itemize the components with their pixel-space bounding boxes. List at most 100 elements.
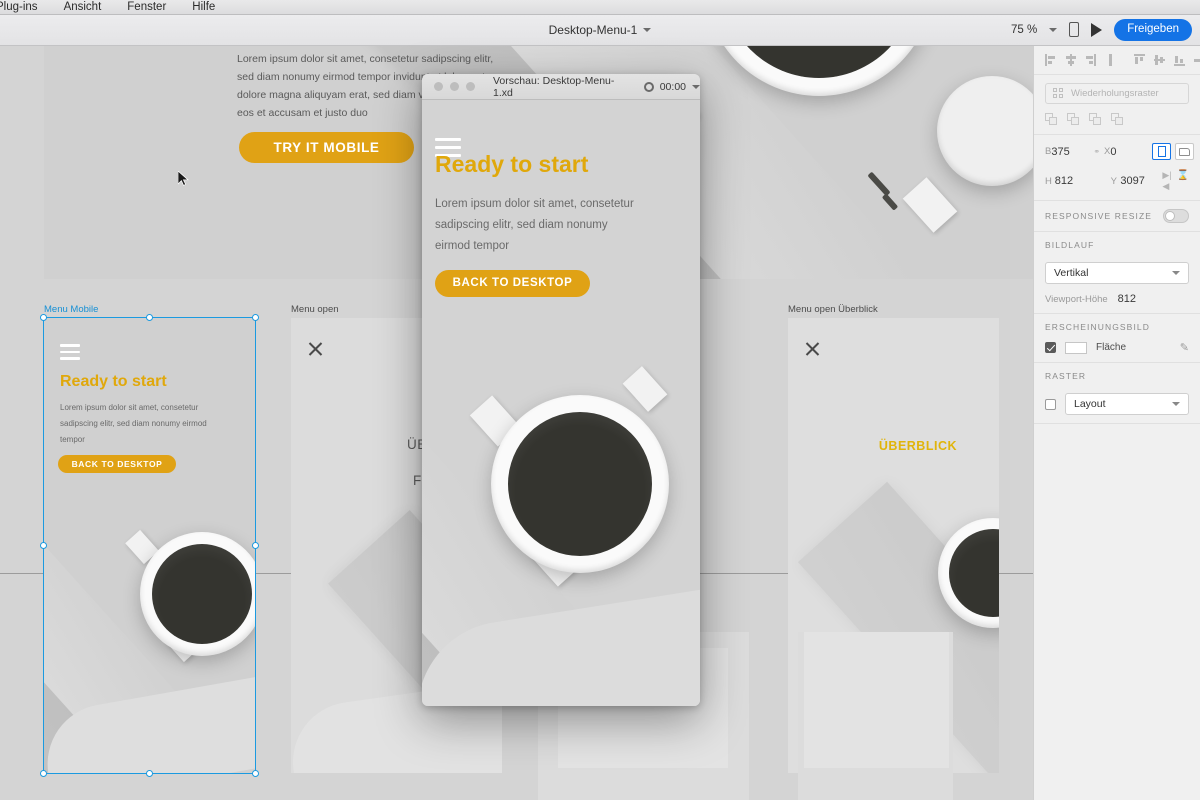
menu-item-hilfe[interactable]: Hilfe <box>192 1 215 13</box>
artboard-menu-mobile[interactable]: Ready to start Lorem ipsum dolor sit ame… <box>44 318 255 773</box>
appearance-section: ERSCHEINUNGSBILD Fläche ✎ <box>1034 314 1200 363</box>
nav-item-uberblick-active[interactable]: ÜBERBLICK <box>879 439 957 453</box>
selection-handle-bc[interactable] <box>146 770 153 777</box>
fill-color-swatch[interactable] <box>1065 341 1087 354</box>
x-value[interactable]: 0 <box>1110 146 1152 158</box>
artboard1-body: Lorem ipsum dolor sit amet, consetetur s… <box>60 403 207 444</box>
repeat-grid-label: Wiederholungsraster <box>1071 88 1159 99</box>
zoom-chevron-down-icon[interactable] <box>1049 27 1058 32</box>
boolean-ops-row <box>1045 113 1189 126</box>
width-value[interactable]: 375 <box>1051 146 1093 158</box>
height-value[interactable]: 812 <box>1055 175 1097 187</box>
align-top-icon[interactable] <box>1134 54 1145 66</box>
align-vertical-group <box>1045 54 1116 66</box>
menu-item-ansicht[interactable]: Ansicht <box>64 1 102 13</box>
repeat-grid-icon <box>1053 88 1064 99</box>
align-horizontal-group <box>1134 54 1200 66</box>
portrait-orientation-icon[interactable] <box>1152 143 1172 160</box>
align-center-horizontal-icon[interactable] <box>1065 54 1076 66</box>
flip-vertical-icon[interactable]: ⌛ <box>1177 170 1189 192</box>
xd-application-window: Plug-ins Ansicht Fenster Hilfe Desktop-M… <box>0 0 1200 800</box>
fill-row: Fläche ✎ <box>1045 341 1189 354</box>
window-controls[interactable] <box>434 82 475 91</box>
scroll-direction-value: Vertikal <box>1054 267 1089 279</box>
toolbar: Desktop-Menu-1 75 % Freigeben <box>0 15 1200 46</box>
menu-item-plugins[interactable]: Plug-ins <box>0 1 38 13</box>
artboard-label-menu-open[interactable]: Menu open <box>291 304 339 315</box>
artboard-partial-lower-right[interactable] <box>798 632 953 800</box>
preview-body-text: Lorem ipsum dolor sit amet, consetetur s… <box>435 198 634 252</box>
boolean-intersect-icon[interactable] <box>1089 113 1102 126</box>
dimensions-section: B 375 ⚭ X 0 H 812 Y 3097 ▶|◀ ⌛ <box>1034 135 1200 201</box>
responsive-resize-section: RESPONSIVE RESIZE <box>1034 201 1200 232</box>
phone-icon[interactable] <box>1069 22 1080 38</box>
artboard-label-menu-open-uberblick[interactable]: Menu open Überblick <box>788 304 878 315</box>
hamburger-icon-1[interactable] <box>60 344 80 364</box>
height-y-row: H 812 Y 3097 ▶|◀ ⌛ <box>1045 170 1189 192</box>
link-dimensions-icon[interactable]: ⚭ <box>1093 147 1100 156</box>
preview-titlebar[interactable]: Vorschau: Desktop-Menu-1.xd 00:00 <box>422 74 700 100</box>
preview-window[interactable]: Vorschau: Desktop-Menu-1.xd 00:00 Ready … <box>422 74 700 706</box>
scroll-title: BILDLAUF <box>1045 240 1095 250</box>
appearance-title: ERSCHEINUNGSBILD <box>1045 322 1150 332</box>
toolbar-right-group: 75 % Freigeben <box>1011 19 1192 41</box>
align-row <box>1045 54 1200 66</box>
preview-chevron-down-icon[interactable] <box>692 84 700 89</box>
artboard1-back-to-desktop-button[interactable]: BACK TO DESKTOP <box>58 455 176 473</box>
eyedropper-icon[interactable]: ✎ <box>1180 341 1189 354</box>
preview-heading: Ready to start <box>435 151 589 177</box>
selection-handle-tr[interactable] <box>252 314 259 321</box>
share-button[interactable]: Freigeben <box>1114 19 1192 41</box>
record-icon[interactable] <box>643 81 654 92</box>
selection-handle-ml[interactable] <box>40 542 47 549</box>
repeat-grid-button[interactable]: Wiederholungsraster <box>1045 83 1189 104</box>
scroll-chevron-down-icon <box>1172 271 1180 275</box>
align-left-icon[interactable] <box>1045 54 1056 66</box>
grid-section: RASTER Layout <box>1034 363 1200 424</box>
y-value[interactable]: 3097 <box>1120 175 1162 187</box>
responsive-resize-title: RESPONSIVE RESIZE <box>1045 211 1153 221</box>
play-icon[interactable] <box>1091 22 1103 37</box>
flip-horizontal-icon[interactable]: ▶|◀ <box>1162 170 1172 192</box>
selection-handle-mr[interactable] <box>252 542 259 549</box>
viewport-height-label: Viewport-Höhe <box>1045 293 1108 305</box>
boolean-union-icon[interactable] <box>1045 113 1058 126</box>
align-bottom-icon[interactable] <box>1174 54 1185 66</box>
properties-panel: Wiederholungsraster B 375 ⚭ X 0 H 812 Y … <box>1033 46 1200 800</box>
distribute-vertical-icon[interactable] <box>1194 54 1200 66</box>
preview-timer: 00:00 <box>659 80 686 93</box>
y-label: Y <box>1110 175 1117 187</box>
align-section <box>1034 46 1200 75</box>
selection-handle-tc[interactable] <box>146 314 153 321</box>
menu-bar: Plug-ins Ansicht Fenster Hilfe <box>0 0 1200 15</box>
grid-checkbox[interactable] <box>1045 398 1056 410</box>
viewport-height-value[interactable]: 812 <box>1118 293 1160 305</box>
close-icon-2[interactable] <box>307 340 324 357</box>
mouse-cursor <box>178 171 189 186</box>
artboard1-heading: Ready to start <box>60 373 167 390</box>
close-icon-3[interactable] <box>804 340 821 357</box>
menu-item-fenster[interactable]: Fenster <box>127 1 166 13</box>
grid-row: Layout <box>1045 393 1189 415</box>
scroll-direction-select[interactable]: Vertikal <box>1045 262 1189 284</box>
selection-handle-bl[interactable] <box>40 770 47 777</box>
align-middle-icon[interactable] <box>1154 54 1165 66</box>
grid-type-select[interactable]: Layout <box>1065 393 1189 415</box>
zoom-level-value[interactable]: 75 % <box>1011 24 1037 36</box>
fill-label: Fläche <box>1096 342 1127 353</box>
distribute-horizontal-icon[interactable] <box>1105 54 1116 66</box>
artboard-label-menu-mobile[interactable]: Menu Mobile <box>44 304 98 315</box>
align-right-icon[interactable] <box>1085 54 1096 66</box>
preview-back-to-desktop-button[interactable]: BACK TO DESKTOP <box>435 270 590 297</box>
preview-title: Vorschau: Desktop-Menu-1.xd <box>493 74 615 99</box>
minimize-dot-icon <box>450 82 459 91</box>
landscape-orientation-icon[interactable] <box>1175 143 1195 160</box>
boolean-subtract-icon[interactable] <box>1067 113 1080 126</box>
fill-checkbox[interactable] <box>1045 342 1056 353</box>
try-it-mobile-button[interactable]: TRY IT MOBILE <box>239 132 414 163</box>
boolean-exclude-icon[interactable] <box>1111 113 1124 126</box>
selection-handle-tl[interactable] <box>40 314 47 321</box>
responsive-resize-toggle[interactable] <box>1163 209 1189 223</box>
watch-photo-preview <box>422 100 700 706</box>
selection-handle-br[interactable] <box>252 770 259 777</box>
